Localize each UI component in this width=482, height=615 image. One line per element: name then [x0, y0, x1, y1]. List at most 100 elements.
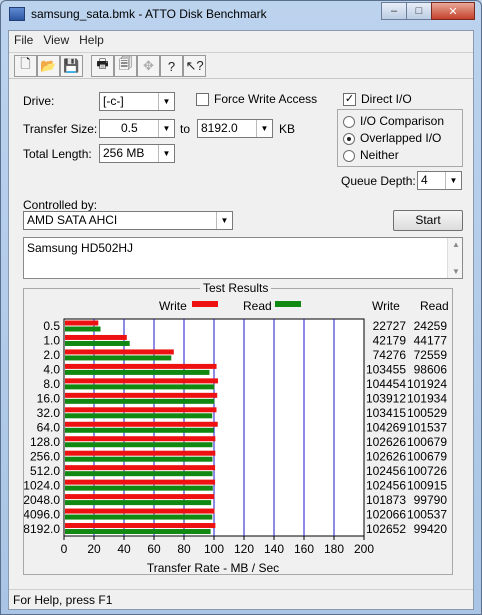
read-value: 44177 — [414, 334, 448, 348]
minimize-button[interactable]: – — [381, 2, 407, 20]
results-chart: Write Read Write Read Transfer Rate - MB… — [24, 299, 449, 574]
category-label: 2.0 — [43, 348, 60, 362]
queue-depth-select[interactable]: 4 ▼ — [417, 171, 462, 190]
read-value: 100537 — [407, 507, 447, 521]
write-bar — [65, 421, 218, 427]
io-comparison-label: I/O Comparison — [360, 114, 445, 128]
total-length-select[interactable]: 256 MB ▼ — [99, 144, 175, 163]
x-tick-label: 0 — [61, 542, 68, 556]
app-window: samsung_sata.bmk - ATTO Disk Benchmark –… — [0, 0, 482, 615]
write-value: 102456 — [366, 478, 406, 492]
transfer-size-to-select[interactable]: 8192.0 ▼ — [197, 119, 273, 138]
chevron-down-icon[interactable]: ▼ — [216, 212, 232, 229]
write-value: 104454 — [366, 377, 406, 391]
read-bar — [65, 369, 210, 375]
write-bar — [65, 494, 215, 500]
close-button[interactable]: ✕ — [431, 2, 475, 20]
write-bar — [65, 378, 219, 384]
neither-radio[interactable] — [343, 150, 355, 162]
chevron-down-icon[interactable]: ▼ — [445, 172, 461, 189]
caption-buttons: – □ ✕ — [381, 2, 475, 20]
to-label: to — [180, 122, 191, 136]
x-tick-label: 200 — [354, 542, 374, 556]
io-comparison-radio[interactable] — [343, 116, 355, 128]
write-bar — [65, 349, 174, 355]
read-value: 72559 — [414, 348, 448, 362]
description-text: Samsung HD502HJ — [27, 241, 134, 255]
read-bar — [65, 485, 213, 491]
force-write-checkbox[interactable] — [196, 93, 209, 106]
menu-help[interactable]: Help — [74, 31, 109, 51]
read-value: 100726 — [407, 464, 447, 478]
write-value: 104269 — [366, 421, 406, 435]
chevron-down-icon[interactable]: ▼ — [256, 120, 272, 137]
scroll-up-icon[interactable]: ▲ — [452, 240, 460, 249]
write-value: 103455 — [366, 363, 406, 377]
read-bar — [65, 529, 211, 535]
write-bar — [65, 508, 215, 514]
scroll-down-icon[interactable]: ▼ — [452, 267, 460, 276]
write-value: 102456 — [366, 464, 406, 478]
legend-write-swatch — [192, 301, 218, 307]
write-value: 102626 — [366, 435, 406, 449]
open-icon[interactable]: 📂 — [37, 55, 60, 77]
write-value: 102066 — [366, 507, 406, 521]
start-button[interactable]: Start — [393, 210, 463, 231]
description-textarea[interactable]: Samsung HD502HJ ▲ ▼ — [23, 237, 463, 279]
transfer-size-from-value: 0.5 — [121, 121, 138, 135]
write-value: 103415 — [366, 406, 406, 420]
context-help-icon[interactable]: ↖? — [183, 55, 206, 77]
category-label: 256.0 — [30, 449, 60, 463]
category-label: 512.0 — [30, 464, 60, 478]
read-column-header: Read — [420, 299, 449, 313]
category-label: 64.0 — [37, 421, 61, 435]
x-tick-label: 60 — [147, 542, 161, 556]
read-bar — [65, 514, 213, 520]
title-bar[interactable]: samsung_sata.bmk - ATTO Disk Benchmark –… — [1, 1, 481, 29]
controller-value: AMD SATA AHCI — [27, 213, 118, 227]
controller-select[interactable]: AMD SATA AHCI ▼ — [23, 211, 233, 230]
direct-io-label: Direct I/O — [361, 92, 412, 106]
write-value: 74276 — [373, 348, 407, 362]
category-label: 1.0 — [43, 334, 60, 348]
window-title: samsung_sata.bmk - ATTO Disk Benchmark — [31, 7, 267, 21]
total-length-label: Total Length: — [23, 147, 92, 161]
description-scrollbar[interactable]: ▲ ▼ — [447, 238, 462, 278]
maximize-button[interactable]: □ — [406, 2, 432, 20]
chevron-down-icon[interactable]: ▼ — [158, 93, 174, 110]
chevron-down-icon[interactable]: ▼ — [158, 145, 174, 162]
transfer-size-from-select[interactable]: 0.5 ▼ — [99, 119, 175, 138]
overlapped-io-radio[interactable] — [343, 133, 355, 145]
category-label: 32.0 — [37, 406, 61, 420]
new-icon[interactable]: 🗋 — [14, 55, 37, 77]
help-icon[interactable]: ? — [160, 55, 183, 77]
write-bar — [65, 320, 99, 326]
write-value: 42179 — [373, 334, 407, 348]
toolbar: 🗋 📂 💾 🖶 🗐 ✥ ? ↖? — [9, 52, 473, 79]
write-column-header: Write — [372, 299, 400, 313]
menu-view[interactable]: View — [38, 31, 74, 51]
x-tick-label: 140 — [264, 542, 284, 556]
transfer-size-label: Transfer Size: — [23, 122, 98, 136]
print-preview-icon[interactable]: 🗐 — [114, 55, 137, 77]
status-text: For Help, press F1 — [13, 593, 113, 607]
x-tick-label: 80 — [177, 542, 191, 556]
write-value: 103912 — [366, 392, 406, 406]
save-icon[interactable]: 💾 — [60, 55, 83, 77]
read-value: 99790 — [414, 493, 448, 507]
direct-io-checkbox[interactable]: ✓ — [343, 93, 356, 106]
read-bar — [65, 471, 213, 477]
menu-file[interactable]: File — [9, 31, 38, 51]
move-icon[interactable]: ✥ — [137, 55, 160, 77]
read-value: 99420 — [414, 522, 448, 536]
write-bar — [65, 392, 218, 398]
read-value: 101537 — [407, 421, 447, 435]
read-value: 100915 — [407, 478, 447, 492]
write-value: 102652 — [366, 522, 406, 536]
chevron-down-icon[interactable]: ▼ — [158, 120, 174, 137]
x-tick-label: 40 — [117, 542, 131, 556]
drive-select[interactable]: [-c-] ▼ — [99, 92, 175, 111]
print-icon[interactable]: 🖶 — [91, 55, 114, 77]
read-value: 100529 — [407, 406, 447, 420]
write-bar — [65, 450, 216, 456]
